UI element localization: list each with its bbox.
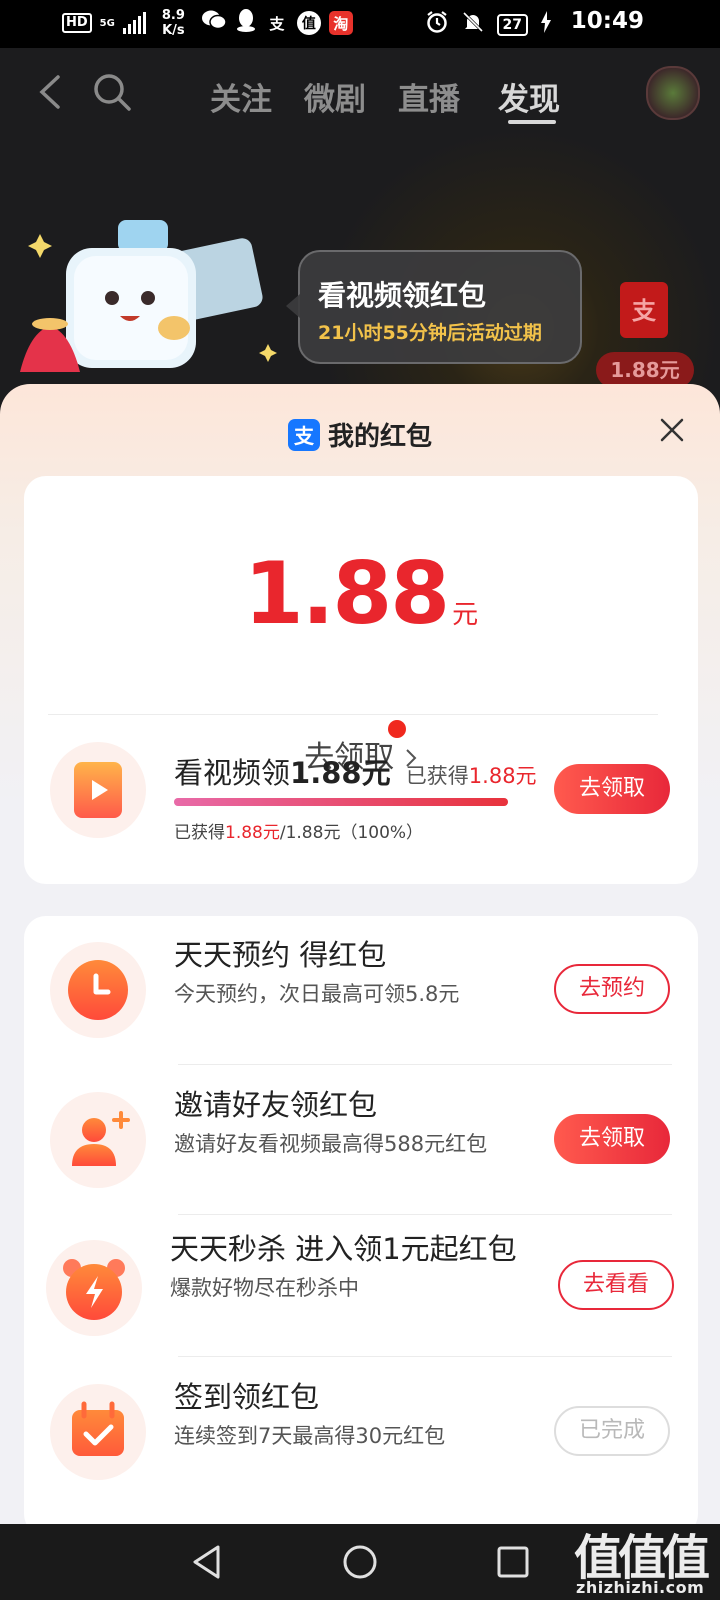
mute-bell-icon: [461, 10, 485, 40]
hd-badge: HD: [62, 13, 92, 33]
wechat-icon: [201, 9, 227, 37]
video-task-title-amount: 1.88元: [290, 756, 391, 790]
invite-claim-button[interactable]: 去领取: [554, 1114, 670, 1164]
alipay-status-icon: 支: [269, 14, 285, 33]
task-subtitle: 连续签到7天最高得30元红包: [174, 1424, 446, 1448]
mascot-illustration: [18, 212, 280, 392]
task-title: 天天预约 得红包: [174, 938, 387, 972]
tab-mini-drama[interactable]: 微剧: [304, 74, 366, 119]
task-divider: [178, 1214, 672, 1215]
video-task-earned-amount: 1.88元: [468, 764, 537, 788]
alipay-icon: 支: [287, 418, 320, 451]
back-icon[interactable]: [38, 74, 62, 110]
video-task-progress-fill: [174, 798, 508, 806]
video-task-title-prefix: 看视频领: [174, 756, 291, 790]
status-right: 27: [425, 10, 552, 40]
avatar[interactable]: [646, 66, 700, 120]
active-tab-indicator: [508, 120, 556, 124]
reserve-button[interactable]: 去预约: [554, 964, 670, 1014]
banner-countdown: 21小时55分钟后活动过期: [318, 322, 542, 344]
task-title: 签到领红包: [174, 1380, 320, 1414]
flash-sale-button[interactable]: 去看看: [558, 1260, 674, 1310]
battery-level: 27: [496, 14, 528, 36]
alarm-lightning-icon: [63, 1259, 125, 1320]
net-speed: 8.9 K/s: [162, 8, 185, 38]
task-title: 天天秒杀 进入领1元起红包: [170, 1232, 517, 1266]
charging-icon: [540, 11, 552, 39]
watermark-url: zhizhizhi.com: [576, 1578, 705, 1597]
sheet-header: 支 我的红包: [0, 416, 720, 453]
red-packet-sheet: 支 我的红包 1.88 元 去领取 看视频领1.88元 已获得1.88元 已获得1…: [0, 384, 720, 1536]
sheet-title: 我的红包: [327, 422, 432, 452]
banner-bubble[interactable]: 看视频领红包 21小时55分钟后活动过期: [286, 250, 582, 364]
card-divider: [48, 714, 658, 715]
task-icon-bg: [50, 942, 146, 1038]
task-divider: [178, 1064, 672, 1065]
task-subtitle: 今天预约，次日最高可领5.8元: [174, 982, 460, 1006]
task-subtitle: 邀请好友看视频最高得588元红包: [174, 1132, 488, 1156]
network-type: 5G: [99, 17, 115, 29]
qq-icon: [235, 8, 257, 38]
tab-discover[interactable]: 发现: [498, 74, 560, 119]
status-left: HD 5G 8.9 K/s 支 值 淘: [62, 8, 353, 38]
progress-prefix: 已获得: [174, 823, 225, 843]
video-task-progress-text: 已获得1.88元/1.88元（100%）: [174, 818, 423, 843]
tab-following[interactable]: 关注: [210, 74, 272, 119]
status-bar: HD 5G 8.9 K/s 支 值 淘 27 10:49: [0, 0, 720, 48]
balance-amount: 1.88: [243, 544, 450, 644]
video-task-earned-label: 已获得: [405, 764, 469, 788]
notification-dot: [388, 720, 406, 738]
side-red-packet-amount[interactable]: 1.88元: [596, 352, 694, 388]
progress-amount: 1.88元: [225, 823, 280, 843]
site-watermark: 值值值 zhizhizhi.com: [574, 1518, 714, 1600]
task-icon-bg: [50, 1384, 146, 1480]
checkin-done-button[interactable]: 已完成: [554, 1406, 670, 1456]
red-packet-icon[interactable]: 支: [620, 282, 668, 338]
top-navigation: 关注 微剧 直播 发现: [0, 62, 720, 132]
net-speed-unit: K/s: [162, 23, 185, 38]
taobao-status-icon: 淘: [328, 11, 353, 35]
task-title: 邀请好友领红包: [174, 1088, 378, 1122]
balance-unit: 元: [452, 600, 479, 630]
video-task-claim-button[interactable]: 去领取: [554, 764, 670, 814]
progress-suffix: /1.88元（100%）: [279, 823, 424, 843]
clock-icon: [68, 960, 128, 1020]
calendar-check-icon: [72, 1401, 124, 1456]
video-task-icon-bg: [50, 742, 146, 838]
play-video-icon: [74, 762, 122, 818]
task-divider: [178, 1356, 672, 1357]
net-speed-value: 8.9: [161, 8, 185, 23]
task-subtitle: 爆款好物尽在秒杀中: [170, 1276, 359, 1300]
tab-live[interactable]: 直播: [398, 74, 460, 119]
banner-title: 看视频领红包: [318, 279, 487, 312]
nav-home-icon[interactable]: [342, 1544, 378, 1584]
video-task-progress-bar: [174, 798, 508, 806]
clock-time: 10:49: [570, 8, 644, 34]
add-friend-icon: [72, 1111, 130, 1166]
close-icon[interactable]: [656, 414, 688, 446]
nav-back-icon[interactable]: [190, 1544, 224, 1584]
signal-icon: [122, 12, 146, 34]
nav-recents-icon[interactable]: [496, 1544, 530, 1584]
alarm-icon: [425, 10, 449, 40]
video-task-title: 看视频领1.88元 已获得1.88元: [174, 750, 537, 792]
task-icon-bg: [50, 1092, 146, 1188]
balance-amount-row: 1.88 元: [24, 544, 698, 644]
task-icon-bg: [46, 1240, 142, 1336]
smzdm-status-icon: 值: [296, 11, 321, 35]
search-icon[interactable]: [92, 72, 132, 112]
